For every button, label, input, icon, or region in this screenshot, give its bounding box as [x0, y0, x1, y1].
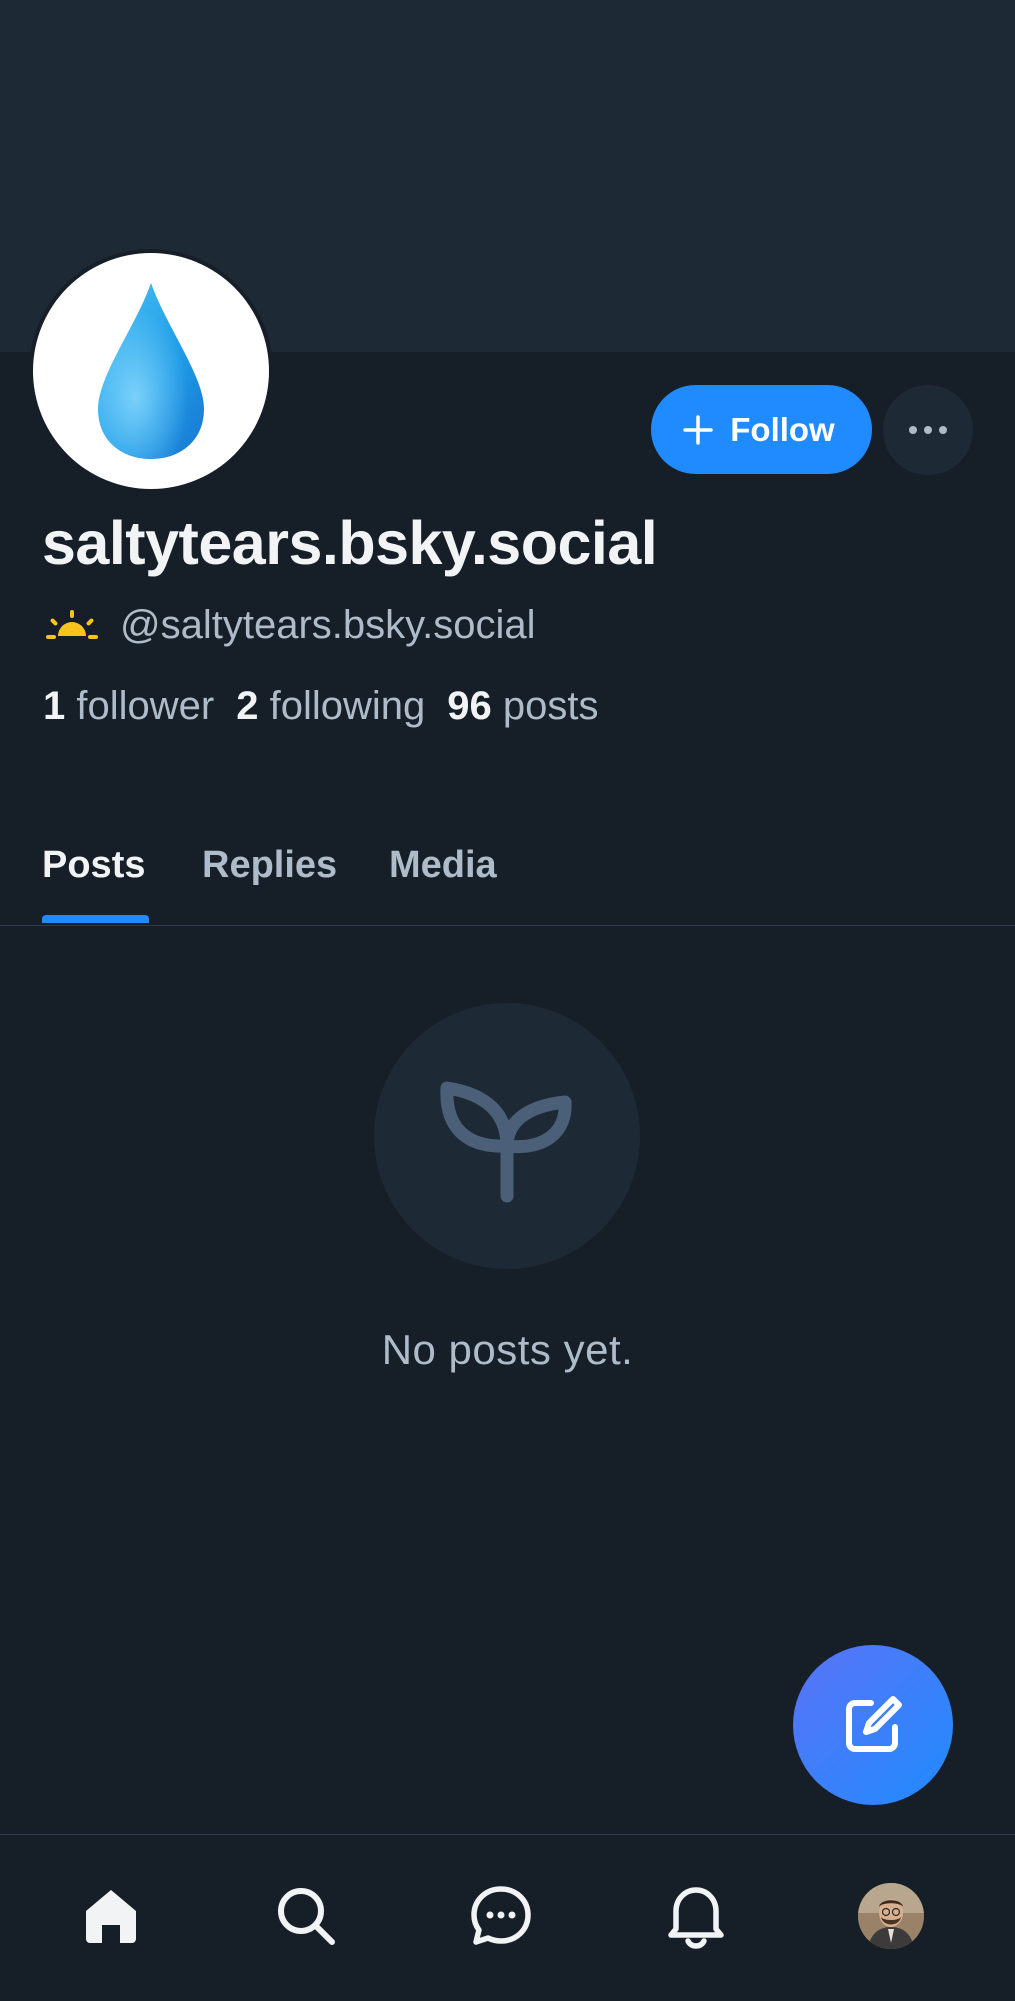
ellipsis-icon: [909, 426, 947, 434]
more-options-button[interactable]: [883, 385, 973, 475]
nav-home[interactable]: [66, 1871, 156, 1961]
followers-count: 1: [43, 684, 66, 728]
tab-posts[interactable]: Posts: [42, 844, 145, 887]
followers-stat[interactable]: 1 follower: [43, 684, 214, 729]
seedling-icon: [440, 1081, 572, 1203]
water-drop-icon: [98, 283, 204, 459]
chat-icon: [471, 1886, 531, 1945]
bell-icon: [668, 1887, 724, 1949]
display-name: saltytears.bsky.social: [42, 509, 658, 577]
posts-count: 96: [447, 684, 492, 728]
followers-label: follower: [76, 684, 215, 728]
nav-notifications[interactable]: [651, 1871, 741, 1961]
bottom-navigation: [0, 1834, 1015, 2001]
compose-icon: [846, 1696, 902, 1752]
following-count: 2: [236, 684, 259, 728]
home-icon: [86, 1890, 136, 1943]
empty-state-message: No posts yet.: [381, 1326, 634, 1373]
profile-avatar[interactable]: [29, 249, 273, 493]
following-stat[interactable]: 2 following: [236, 684, 425, 729]
tab-replies[interactable]: Replies: [202, 844, 337, 887]
follow-button[interactable]: Follow: [651, 385, 872, 474]
following-label: following: [269, 684, 426, 728]
search-icon: [278, 1888, 335, 1945]
posts-label: posts: [502, 684, 599, 728]
handle-row: @saltytears.bsky.social: [44, 600, 536, 650]
posts-stat: 96 posts: [447, 684, 598, 729]
nav-profile[interactable]: [846, 1871, 936, 1961]
empty-state-illustration: [374, 1003, 640, 1269]
nav-chat[interactable]: [456, 1871, 546, 1961]
nav-search[interactable]: [261, 1871, 351, 1961]
profile-handle: @saltytears.bsky.social: [120, 602, 536, 647]
active-tab-indicator: [42, 915, 149, 923]
profile-stats: 1 follower 2 following 96 posts: [43, 684, 598, 729]
profile-tabs: Posts Replies Media: [0, 830, 1015, 926]
compose-button[interactable]: [793, 1645, 953, 1805]
sunrise-icon: [46, 610, 98, 639]
follow-button-label: Follow: [730, 410, 835, 448]
profile-avatar-thumbnail: [858, 1883, 924, 1949]
plus-icon: [683, 414, 713, 445]
tab-media[interactable]: Media: [389, 844, 497, 887]
